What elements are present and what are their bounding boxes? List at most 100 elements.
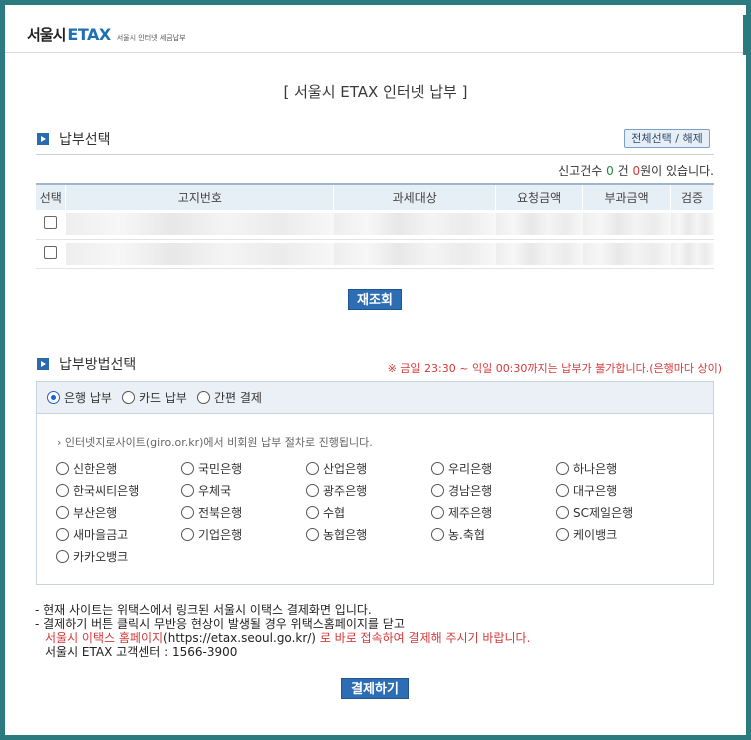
page-title: [ 서울시 ETAX 인터넷 납부 ] (283, 83, 468, 101)
divider (36, 154, 714, 155)
redacted-cell (670, 242, 714, 265)
bank-option[interactable]: 농협은행 (306, 526, 431, 542)
logo[interactable]: 서울시 ETAX 서울시 인터넷 세금납부 (27, 24, 186, 45)
radio-icon[interactable] (306, 483, 319, 497)
footer-line: - 결제하기 버튼 클릭시 무반응 현상이 발생될 경우 위택스홈페이지를 닫고 (35, 617, 405, 631)
bank-option[interactable]: 새마을금고 (56, 526, 181, 542)
redacted-cell (333, 213, 496, 236)
table-header-row: 선택 고지번호 과세대상 요청금액 부과금액 검증 (36, 183, 714, 210)
radio-icon[interactable] (56, 483, 69, 497)
selection-section-header: 납부선택 (37, 129, 111, 149)
radio-icon[interactable] (306, 505, 319, 519)
radio-icon[interactable] (431, 527, 444, 541)
bank-option[interactable]: 하나은행 (556, 460, 681, 476)
bank-label: 하나은행 (573, 461, 618, 476)
radio-icon[interactable] (56, 549, 69, 563)
count-value: 0 (606, 164, 614, 178)
radio-icon[interactable] (56, 461, 69, 475)
bank-label: 카카오뱅크 (73, 549, 129, 564)
radio-icon[interactable] (56, 505, 69, 519)
radio-icon[interactable] (306, 461, 319, 475)
row-checkbox[interactable] (44, 245, 58, 259)
radio-icon[interactable] (181, 483, 194, 497)
radio-icon[interactable] (556, 461, 569, 475)
bank-label: 농협은행 (323, 527, 368, 542)
footer-red-text: 로 바로 접속하여 결제해 주시기 바랍니다. (319, 631, 531, 645)
bank-label: 대구은행 (573, 483, 618, 498)
radio-icon[interactable] (181, 505, 194, 519)
radio-icon[interactable] (181, 527, 194, 541)
radio-icon[interactable] (121, 391, 135, 404)
etax-home-link[interactable]: 서울시 이택스 홈페이지 (45, 631, 163, 645)
row-checkbox[interactable] (44, 216, 58, 230)
header-edge-bar (743, 15, 746, 55)
bank-option[interactable]: 수협 (306, 504, 431, 520)
bank-option[interactable]: 광주은행 (306, 482, 431, 498)
pay-button[interactable]: 결제하기 (341, 678, 409, 699)
tab-bank-payment[interactable]: 은행 납부 (47, 389, 112, 406)
select-all-toggle-button[interactable]: 전체선택 / 해제 (624, 129, 710, 148)
redacted-cell (495, 242, 583, 265)
bank-option[interactable]: 전북은행 (181, 504, 306, 520)
page-frame: 서울시 ETAX 서울시 인터넷 세금납부 [ 서울시 ETAX 인터넷 납부 … (5, 5, 746, 735)
radio-icon[interactable] (181, 461, 194, 475)
bank-option[interactable]: 국민은행 (181, 460, 306, 476)
bank-option[interactable]: 우체국 (181, 482, 306, 498)
count-unit: 건 (617, 164, 629, 178)
bill-table: 선택 고지번호 과세대상 요청금액 부과금액 검증 (36, 183, 714, 269)
logo-subtitle: 서울시 인터넷 세금납부 (116, 34, 186, 42)
bank-option[interactable]: 한국씨티은행 (56, 482, 181, 498)
radio-icon[interactable] (196, 391, 210, 404)
bank-option[interactable]: SC제일은행 (556, 504, 681, 520)
report-count-summary: 신고건수 0 건 0원이 있습니다. (558, 162, 714, 179)
bank-option[interactable]: 대구은행 (556, 482, 681, 498)
payment-time-warning: ※ 금일 23:30 ~ 익일 00:30까지는 납부가 불가합니다.(은행마다… (387, 362, 722, 375)
refresh-button[interactable]: 재조회 (348, 289, 402, 310)
method-section-label: 납부방법선택 (59, 357, 137, 373)
redacted-cell (333, 242, 496, 265)
radio-icon[interactable] (431, 461, 444, 475)
radio-icon[interactable] (431, 483, 444, 497)
bank-option[interactable]: 경남은행 (431, 482, 556, 498)
bank-label: 농.축협 (448, 527, 485, 542)
section-arrow-icon (37, 133, 49, 145)
radio-icon[interactable] (306, 527, 319, 541)
radio-icon[interactable] (556, 483, 569, 497)
bank-label: 광주은행 (323, 483, 368, 498)
tab-easy-payment[interactable]: 간편 결제 (196, 389, 262, 406)
count-prefix: 신고건수 (558, 164, 603, 178)
bank-option[interactable]: 부산은행 (56, 504, 181, 520)
giro-notice-text: 인터넷지로사이트(giro.or.kr)에서 비회원 납부 절차로 진행됩니다. (64, 436, 373, 449)
tab-card-payment[interactable]: 카드 납부 (121, 389, 187, 406)
bank-option[interactable]: 산업은행 (306, 460, 431, 476)
footer-line: - 현재 사이트는 위택스에서 링크된 서울시 이택스 결제화면 입니다. (35, 603, 372, 617)
payment-method-box: 은행 납부 카드 납부 간편 결제 › 인터넷지로사이트(giro.or.kr)… (36, 381, 714, 585)
bank-label: 우체국 (198, 483, 232, 498)
radio-icon[interactable] (431, 505, 444, 519)
table-row (36, 210, 714, 240)
bank-option[interactable]: 기업은행 (181, 526, 306, 542)
tab-label: 간편 결제 (213, 391, 262, 405)
radio-icon[interactable] (56, 527, 69, 541)
payment-tabs: 은행 납부 카드 납부 간편 결제 (37, 382, 713, 414)
bank-option[interactable]: 케이뱅크 (556, 526, 681, 542)
bank-option[interactable]: 우리은행 (431, 460, 556, 476)
bank-option[interactable]: 제주은행 (431, 504, 556, 520)
bank-option[interactable]: 농.축협 (431, 526, 556, 542)
radio-icon[interactable] (47, 391, 60, 404)
selection-section-label: 납부선택 (59, 132, 111, 148)
radio-icon[interactable] (556, 527, 569, 541)
bank-option[interactable]: 카카오뱅크 (56, 548, 181, 564)
giro-notice: › 인터넷지로사이트(giro.or.kr)에서 비회원 납부 절차로 진행됩니… (57, 436, 373, 449)
redacted-cell (65, 242, 334, 265)
col-notice-number: 고지번호 (65, 183, 335, 210)
col-levy-amount: 부과금액 (582, 183, 671, 210)
radio-icon[interactable] (556, 505, 569, 519)
logo-etax: ETAX (67, 25, 111, 44)
bank-option[interactable]: 신한은행 (56, 460, 181, 476)
etax-url[interactable]: (https://etax.seoul.go.kr/) (163, 631, 316, 645)
bank-label: 기업은행 (198, 527, 243, 542)
redacted-cell (495, 213, 583, 236)
method-section-header: 납부방법선택 (37, 354, 136, 374)
table-row (36, 239, 714, 269)
